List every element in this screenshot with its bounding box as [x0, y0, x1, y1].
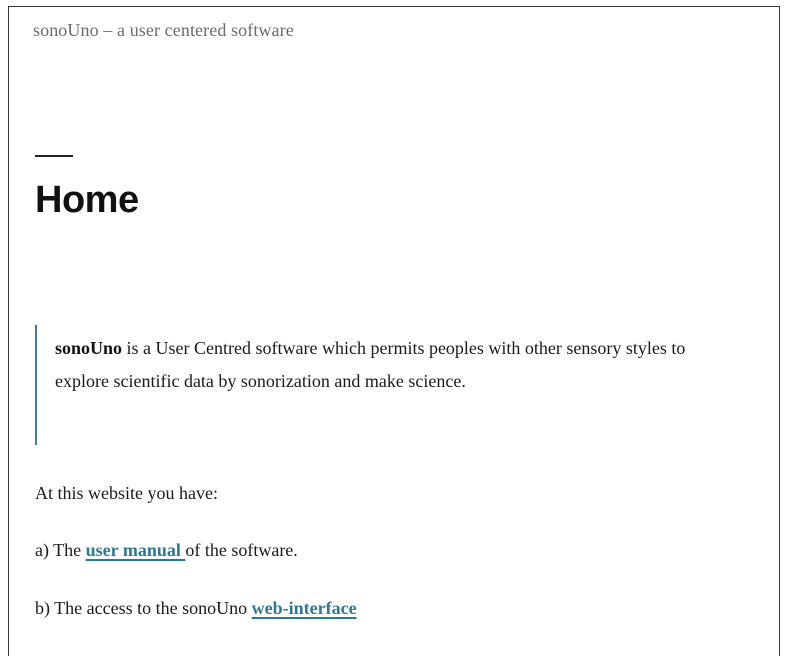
site-title[interactable]: sonoUno – a user centered software [33, 20, 294, 41]
intro-blockquote: sonoUno is a User Centred software which… [35, 325, 755, 445]
page-title: Home [35, 179, 139, 221]
intro-text: sonoUno is a User Centred software which… [55, 332, 755, 398]
title-separator [35, 155, 73, 157]
intro-text-line1: is a User Centred software which permits… [122, 338, 686, 358]
item-b-paragraph: b) The access to the sonoUno web-interfa… [35, 596, 357, 620]
brand-name: sonoUno [55, 338, 123, 358]
item-b-prefix: b) The access to the sonoUno [35, 598, 252, 618]
intro-text-line2: explore scientific data by sonorization … [55, 371, 466, 391]
web-interface-link[interactable]: web-interface [252, 598, 357, 618]
lead-paragraph: At this website you have: [35, 483, 218, 503]
item-a-prefix: a) The [35, 540, 86, 560]
user-manual-link[interactable]: user manual [86, 540, 186, 560]
item-a-paragraph: a) The user manual of the software. [35, 538, 298, 562]
item-a-suffix: of the software. [185, 540, 298, 560]
